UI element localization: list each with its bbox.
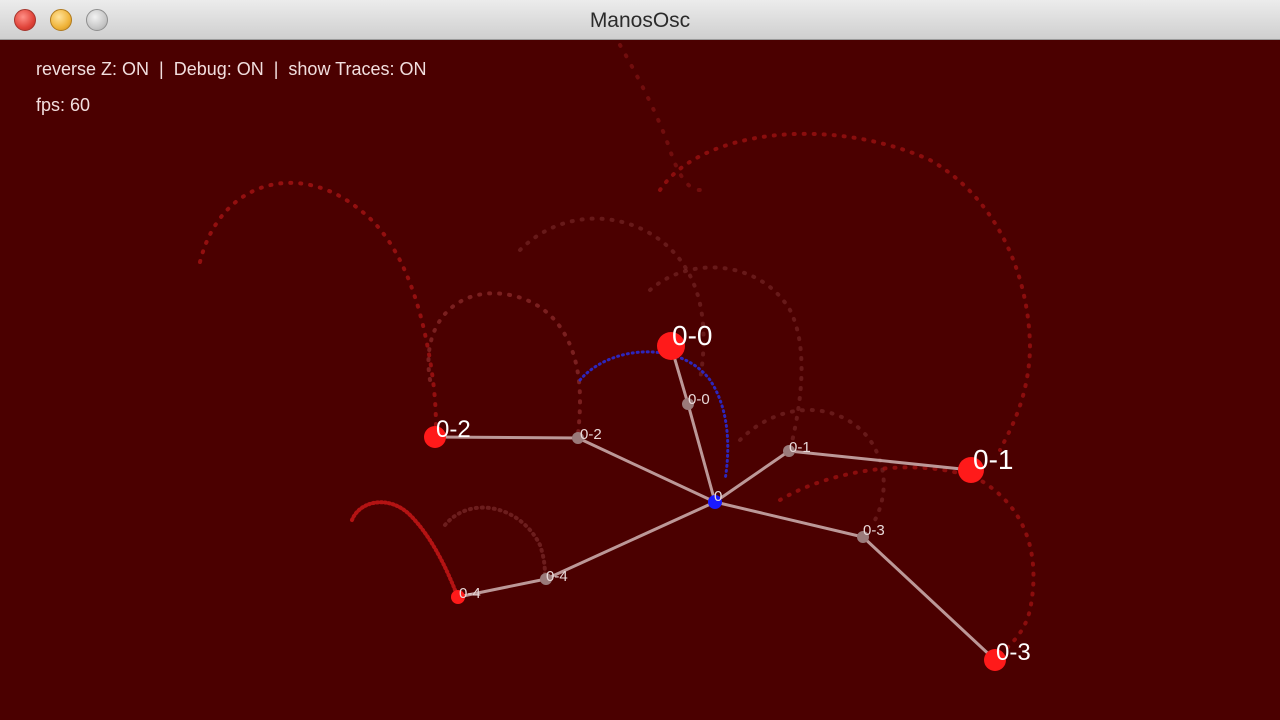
joint-label: 0-1: [789, 439, 811, 456]
trace-curve: [198, 180, 438, 432]
joint-label: 0-4: [546, 568, 568, 585]
tip-nodes: 0-0 0-1 0-2 0-3 0-4: [424, 320, 1031, 671]
trace-curve: [658, 131, 1033, 452]
center-label: 0: [714, 488, 722, 505]
tip-label: 0-0: [672, 320, 712, 351]
motion-traces: [198, 43, 1036, 652]
trace-curve: [778, 465, 1036, 652]
bone: [713, 500, 865, 539]
joint-label: 0-0: [688, 391, 710, 408]
tip-label: 0-3: [996, 639, 1031, 666]
trace-curve: [350, 500, 457, 592]
trace-curve: [738, 408, 886, 522]
hand-skeleton-scene: 0-0 0-1 0-2 0-3 0-4 0-0 0-1 0-2 0-3 0-4 …: [198, 43, 1036, 671]
trace-curve: [578, 350, 730, 482]
bone: [576, 436, 717, 504]
trace-curve: [443, 505, 547, 580]
bone: [861, 535, 997, 662]
bone: [787, 449, 973, 472]
trace-curve: [618, 43, 702, 192]
center-node-group: 0: [708, 488, 722, 509]
bone: [544, 500, 717, 581]
joint-label: 0-2: [580, 426, 602, 443]
tip-label: 0-2: [436, 416, 471, 443]
bone: [686, 402, 717, 504]
joint-label: 0-3: [863, 522, 885, 539]
tip-label: 0-4: [459, 585, 481, 602]
tip-label: 0-1: [973, 444, 1013, 475]
app-window: ManosOsc reverse Z: ON | Debug: ON | sho…: [0, 0, 1280, 720]
